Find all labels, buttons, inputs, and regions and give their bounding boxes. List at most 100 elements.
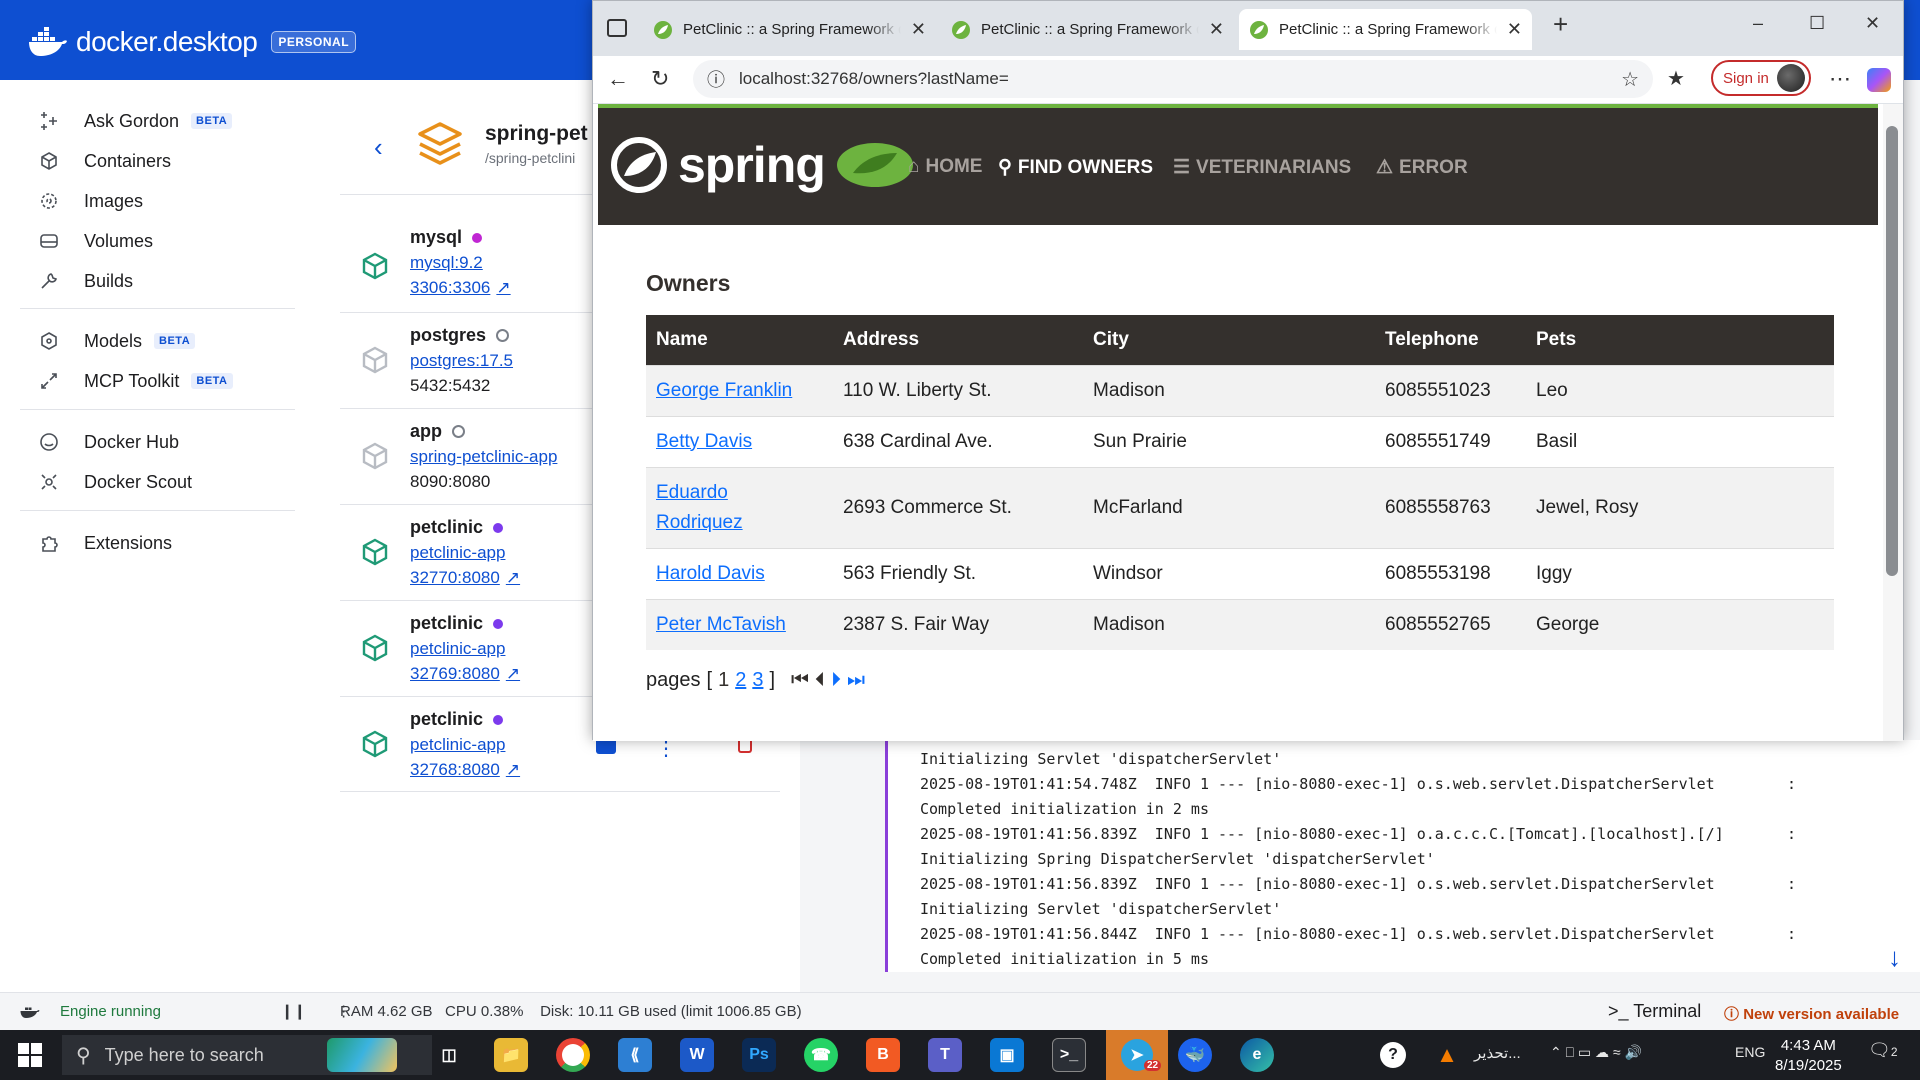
nav-home[interactable]: ⌂ HOME (908, 156, 982, 178)
vscode-icon[interactable]: ⟪ (618, 1038, 652, 1072)
task-view-icon[interactable]: ◫ (432, 1038, 466, 1072)
image-link[interactable]: petclinic-app (410, 735, 505, 755)
delete-icon[interactable] (738, 740, 752, 753)
tray-icons[interactable]: ⌃ ⎕ ▭ ☁ ≈ 🔊 (1550, 1044, 1642, 1061)
image-link[interactable]: postgres:17.5 (410, 351, 513, 371)
telephone-cell: 6085553198 (1375, 547, 1526, 599)
tab-actions-icon[interactable] (607, 19, 627, 37)
browser-tab[interactable]: PetClinic :: a Spring Framework demonstr… (941, 9, 1234, 50)
telegram-icon[interactable]: ➤ 22 (1106, 1030, 1168, 1080)
owner-link[interactable]: Harold Davis (656, 563, 765, 584)
image-link[interactable]: petclinic-app (410, 639, 505, 659)
port-link[interactable]: 32770:8080 ↗ (410, 568, 520, 588)
image-link[interactable]: petclinic-app (410, 543, 505, 563)
close-tab-icon[interactable]: ✕ (1209, 19, 1224, 40)
terminal-icon[interactable]: >_ (1052, 1038, 1086, 1072)
nav-extensions[interactable]: Extensions (38, 528, 172, 558)
weather-widget-icon[interactable] (327, 1038, 397, 1072)
terminal-icon: >_ (1608, 1001, 1629, 1021)
favorites-icon[interactable]: ★ (1667, 66, 1685, 91)
nav-models[interactable]: Models BETA (38, 326, 196, 356)
language-indicator[interactable]: ENG (1735, 1044, 1765, 1060)
nav-error[interactable]: ⚠ ERROR (1376, 156, 1468, 179)
port-link[interactable]: 32769:8080 ↗ (410, 664, 520, 684)
docker-brand: docker.desktop (76, 26, 258, 57)
whatsapp-icon[interactable]: ☎ (804, 1038, 838, 1072)
windows-start-icon[interactable] (18, 1043, 42, 1067)
nav-volumes[interactable]: Volumes (38, 226, 153, 256)
image-link[interactable]: spring-petclinic-app (410, 447, 557, 467)
word-icon[interactable]: W (680, 1038, 714, 1072)
next-page-icon[interactable]: ⏵ (831, 669, 841, 692)
nav-mcp-toolkit[interactable]: MCP Toolkit BETA (38, 366, 233, 396)
owner-link[interactable]: Peter McTavish (656, 614, 786, 635)
address-bar[interactable]: ⓘ localhost:32768/owners?lastName= ☆ (693, 60, 1653, 98)
spring-wordmark: spring (678, 137, 826, 193)
browser-tab[interactable]: PetClinic :: a Spring Framework demonstr… (643, 9, 936, 50)
copilot-icon[interactable] (1867, 68, 1891, 92)
info-icon[interactable]: ⓘ (707, 66, 725, 92)
brave-icon[interactable]: B (866, 1038, 900, 1072)
new-version-link[interactable]: ⓘ New version available (1724, 1003, 1899, 1024)
owner-link[interactable]: Betty Davis (656, 431, 752, 452)
page-link[interactable]: 3 (752, 669, 763, 692)
docker-desktop-icon[interactable]: 🐳 (1178, 1038, 1212, 1072)
page-link[interactable]: 2 (735, 669, 746, 692)
last-page-icon[interactable]: ⏭ (847, 669, 865, 692)
wrench-icon (38, 270, 60, 292)
nav-images[interactable]: Images (38, 186, 143, 216)
minimize-icon[interactable]: – (1753, 13, 1763, 34)
back-chevron-icon[interactable]: ‹ (374, 132, 383, 163)
home-icon: ⌂ (908, 156, 920, 177)
nav-docker-scout[interactable]: Docker Scout (38, 467, 192, 497)
close-tab-icon[interactable]: ✕ (1507, 19, 1522, 40)
log-line: 2025-08-19T01:41:56.839Z INFO 1 --- [nio… (920, 825, 1796, 843)
taskbar-clock[interactable]: 4:43 AM 8/19/2025 (1775, 1036, 1842, 1076)
spring-leaf-icon (952, 20, 970, 39)
more-options-icon[interactable]: ⋯ (1829, 66, 1851, 92)
close-window-icon[interactable]: ✕ (1865, 13, 1880, 34)
pause-icon[interactable]: ❙❙ (281, 1002, 306, 1020)
spring-logo[interactable]: spring (610, 136, 915, 194)
edge-icon[interactable]: e (1240, 1038, 1274, 1072)
port-link[interactable]: 3306:3306 ↗ (410, 278, 511, 298)
new-tab-button[interactable]: + (1553, 9, 1568, 40)
file-explorer-icon[interactable]: 📁 (494, 1038, 528, 1072)
scrollbar-thumb[interactable] (1886, 126, 1898, 576)
favorite-star-icon[interactable]: ☆ (1621, 67, 1639, 92)
owner-link[interactable]: Eduardo Rodriquez (656, 478, 766, 538)
first-page-icon[interactable]: ⏮ (791, 669, 809, 692)
nav-docker-hub[interactable]: Docker Hub (38, 427, 179, 457)
chrome-icon[interactable] (556, 1038, 590, 1072)
sign-in-button[interactable]: Sign in (1711, 60, 1811, 96)
teams-icon[interactable]: T (928, 1038, 962, 1072)
column-header: Address (833, 315, 1083, 365)
nav-containers[interactable]: Containers (38, 146, 171, 176)
remote-desktop-icon[interactable]: ▣ (990, 1038, 1024, 1072)
nav-builds[interactable]: Builds (38, 266, 133, 296)
nav-find-owners[interactable]: ⚲ FIND OWNERS (998, 156, 1153, 179)
photoshop-icon[interactable]: Ps (742, 1038, 776, 1072)
toolkit-icon (38, 370, 60, 392)
port-link[interactable]: 32768:8080 ↗ (410, 760, 520, 780)
back-icon[interactable]: ← (607, 66, 629, 92)
scroll-to-bottom-icon[interactable]: ↓ (1888, 942, 1901, 973)
nav-veterinarians[interactable]: ☰ VETERINARIANS (1173, 156, 1351, 179)
warning-icon[interactable]: ▲ (1430, 1038, 1464, 1072)
previous-page-icon[interactable]: ⏴ (815, 669, 825, 692)
stop-button[interactable] (596, 740, 616, 754)
close-tab-icon[interactable]: ✕ (911, 19, 926, 40)
terminal-button[interactable]: >_ Terminal (1608, 1001, 1701, 1022)
refresh-icon[interactable]: ↻ (651, 66, 669, 92)
tray-notification-text[interactable]: تحذير... (1474, 1044, 1521, 1062)
owner-link[interactable]: George Franklin (656, 380, 792, 401)
pets-cell: Leo (1526, 364, 1834, 416)
help-icon[interactable]: ? (1380, 1042, 1406, 1068)
url-text[interactable]: localhost:32768/owners?lastName= (739, 69, 1009, 89)
maximize-icon[interactable]: ☐ (1809, 13, 1825, 34)
notification-center-icon[interactable]: 🗨2 (1868, 1040, 1898, 1061)
image-link[interactable]: mysql:9.2 (410, 253, 483, 273)
nav-ask-gordon[interactable]: Ask Gordon BETA (38, 106, 233, 136)
browser-tab-active[interactable]: PetClinic :: a Spring Framework demonstr… (1239, 9, 1532, 50)
address-cell: 2387 S. Fair Way (833, 598, 1083, 650)
